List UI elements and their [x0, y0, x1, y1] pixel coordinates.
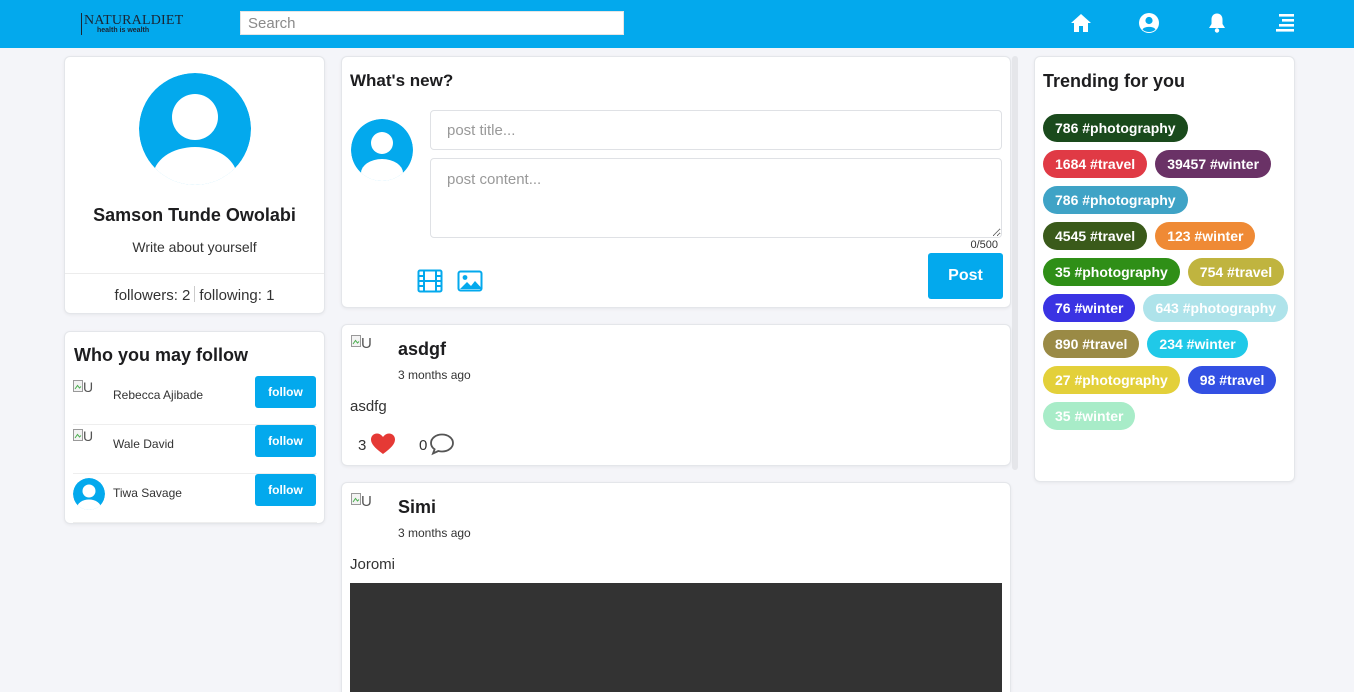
video-upload-icon[interactable]: [417, 269, 443, 293]
post-body: asdfg: [350, 398, 387, 415]
like-count: 3: [358, 437, 367, 454]
avatar-alt-text: U: [83, 428, 94, 444]
feed-post: U asdgf 3 months ago asdfg 3 0: [341, 324, 1011, 466]
profile-card: Samson Tunde Owolabi Write about yoursel…: [64, 56, 325, 314]
home-icon[interactable]: [1069, 11, 1093, 35]
follow-suggestion: U Rebecca Ajibade follow: [73, 376, 317, 425]
post-author[interactable]: Simi: [398, 497, 436, 518]
avatar-alt-text: U: [361, 335, 372, 352]
trending-tag[interactable]: 76 #winter: [1043, 294, 1136, 322]
post-body: Joromi: [350, 556, 396, 573]
post-media[interactable]: [350, 583, 1002, 692]
feed-post: U Simi 3 months ago Joromi: [341, 482, 1011, 692]
followers-count[interactable]: followers: 2: [115, 287, 191, 304]
trending-tag[interactable]: 786 #photography: [1043, 114, 1188, 142]
who-to-follow-title: Who you may follow: [74, 345, 248, 365]
post-composer: What's new? 0/500 Post: [341, 56, 1011, 308]
post-content-input[interactable]: [430, 158, 1002, 238]
trending-tag[interactable]: 786 #photography: [1043, 186, 1188, 214]
feed-scrollbar[interactable]: [1012, 56, 1018, 470]
trending-card: Trending for you 786 #photography 1684 #t…: [1034, 56, 1295, 482]
image-upload-icon[interactable]: [457, 269, 483, 293]
avatar: [73, 478, 105, 510]
post-button[interactable]: Post: [928, 253, 1003, 299]
follow-button[interactable]: follow: [255, 425, 316, 457]
trending-tag[interactable]: 27 #photography: [1043, 366, 1180, 394]
post-avatar: U: [351, 335, 387, 355]
character-counter: 0/500: [970, 239, 998, 251]
avatar: U: [73, 380, 105, 412]
top-navbar: NATURALDIET health is wealth: [0, 0, 1354, 48]
comment-icon: [430, 433, 454, 456]
avatar-alt-text: U: [83, 379, 94, 395]
trending-tags: 786 #photography 1684 #travel 39457 #winte…: [1043, 114, 1291, 430]
search-input[interactable]: [240, 11, 624, 35]
trending-title: Trending for you: [1043, 71, 1185, 91]
logo[interactable]: NATURALDIET health is wealth: [81, 13, 191, 37]
profile-avatar[interactable]: [139, 73, 251, 185]
trending-tag[interactable]: 35 #photography: [1043, 258, 1180, 286]
stats-separator: [194, 286, 196, 302]
trending-tag[interactable]: 643 #photography: [1143, 294, 1289, 322]
follow-button[interactable]: follow: [255, 376, 316, 408]
post-avatar: U: [351, 493, 387, 513]
trending-tag[interactable]: 4545 #travel: [1043, 222, 1148, 250]
post-timestamp: 3 months ago: [398, 526, 471, 540]
menu-icon[interactable]: [1273, 11, 1297, 35]
logo-tagline: health is wealth: [97, 27, 150, 34]
suggestion-name[interactable]: Wale David: [113, 437, 174, 451]
avatar-alt-text: U: [361, 493, 372, 510]
trending-tag[interactable]: 123 #winter: [1155, 222, 1256, 250]
trending-tag[interactable]: 234 #winter: [1147, 330, 1248, 358]
follow-button[interactable]: follow: [255, 474, 316, 506]
follow-suggestion: Tiwa Savage follow: [73, 474, 317, 523]
composer-title: What's new?: [350, 71, 454, 90]
suggestion-name[interactable]: Rebecca Ajibade: [113, 388, 203, 402]
who-to-follow-card: Who you may follow U Rebecca Ajibade fol…: [64, 331, 325, 524]
logo-bar: [81, 13, 82, 35]
comment-button[interactable]: 0: [419, 432, 459, 458]
trending-tag[interactable]: 39457 #winter: [1155, 150, 1272, 178]
following-count[interactable]: following: 1: [199, 287, 274, 304]
follow-suggestion: U Wale David follow: [73, 425, 317, 474]
user-circle-icon[interactable]: [1137, 11, 1161, 35]
composer-avatar: [351, 119, 413, 181]
profile-bio[interactable]: Write about yourself: [65, 239, 324, 255]
post-author[interactable]: asdgf: [398, 339, 446, 360]
suggestion-name[interactable]: Tiwa Savage: [113, 486, 182, 500]
trending-tag[interactable]: 1684 #travel: [1043, 150, 1148, 178]
comment-count: 0: [419, 437, 428, 454]
profile-name: Samson Tunde Owolabi: [93, 205, 296, 225]
profile-stats: followers: 2 following: 1: [65, 286, 324, 304]
trending-tag[interactable]: 754 #travel: [1187, 258, 1285, 286]
post-title-input[interactable]: [430, 110, 1002, 150]
divider: [65, 273, 324, 274]
trending-tag[interactable]: 98 #travel: [1187, 366, 1277, 394]
trending-tag[interactable]: 35 #winter: [1043, 402, 1136, 430]
bell-icon[interactable]: [1205, 11, 1229, 35]
trending-tag[interactable]: 890 #travel: [1043, 330, 1140, 358]
heart-icon: [371, 433, 395, 454]
avatar: U: [73, 429, 105, 461]
post-timestamp: 3 months ago: [398, 368, 471, 382]
